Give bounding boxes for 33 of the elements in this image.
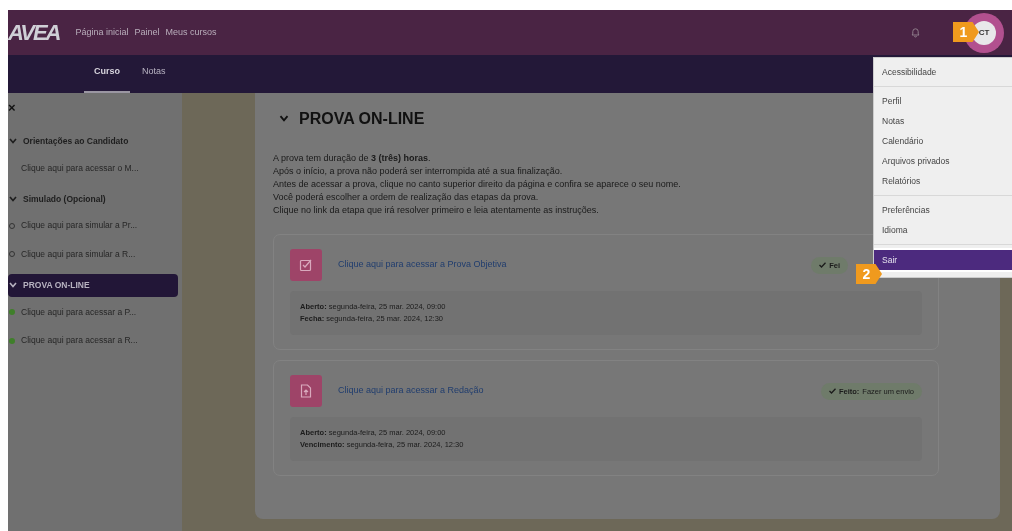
bell-icon[interactable] <box>911 26 920 38</box>
menu-item[interactable]: Preferências <box>874 200 1012 220</box>
menu-item[interactable]: Calendário <box>874 131 1012 151</box>
menu-item[interactable]: Acessibilidade <box>874 62 1012 82</box>
dot-icon <box>9 308 15 315</box>
chevron-icon <box>9 195 17 202</box>
close-button[interactable]: × <box>8 101 16 114</box>
section-title: PROVA ON-LINE <box>299 109 425 129</box>
nav-link[interactable]: Painel <box>134 25 160 40</box>
menu-item[interactable]: Relatórios <box>874 171 1012 191</box>
nav-link[interactable]: Meus cursos <box>165 25 217 40</box>
logo[interactable]: AVEA <box>8 16 60 49</box>
dot-icon <box>9 337 15 344</box>
step-marker: 1 <box>953 22 979 42</box>
intro-text: Você poderá escolher a ordem de realização das etapas da prova. <box>273 191 539 205</box>
tab[interactable]: Notas <box>132 64 176 93</box>
section-heading[interactable]: PROVA ON-LINE <box>8 273 178 297</box>
chevron-icon <box>9 138 17 145</box>
menu-item[interactable]: Idioma <box>874 220 1012 240</box>
menu-item[interactable]: Arquivos privados <box>874 151 1012 171</box>
intro-text: Após o início, a prova não poderá ser interrompida até a sua finalização. <box>273 165 563 179</box>
step-marker: 2 <box>856 264 882 284</box>
checkbox-icon <box>290 249 322 282</box>
nav-link[interactable]: Página inicial <box>75 25 129 40</box>
document-icon <box>290 375 322 408</box>
menu-item[interactable]: Notas <box>874 111 1012 131</box>
chevron-icon <box>9 282 17 289</box>
menu-item[interactable]: Sair <box>874 248 1012 272</box>
intro-text: Clique no link da etapa que irá resolver primeiro e leia atentamente as instruções. <box>273 204 599 218</box>
intro-text: A prova tem duração de 3 (três) horas. <box>273 152 431 166</box>
menu-item[interactable]: Perfil <box>874 91 1012 111</box>
chevron-icon <box>279 115 289 123</box>
intro-text: Antes de acessar a prova, clique no canto superior direito da página e confira se aparece o seu nome. <box>273 178 681 192</box>
